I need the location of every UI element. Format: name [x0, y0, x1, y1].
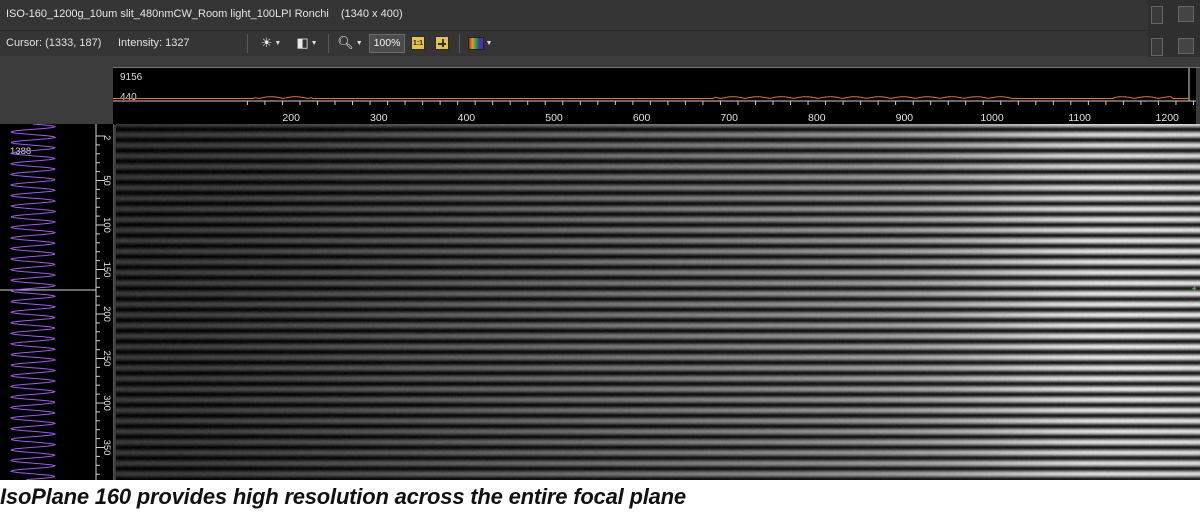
profile-x-tick-label: 500 [545, 112, 563, 124]
chevron-down-icon: ▼ [310, 39, 318, 47]
file-name: ISO-160_1200g_10um slit_480nmCW_Room lig… [6, 8, 329, 20]
window-dock-icon[interactable] [1178, 38, 1194, 54]
fit-icon [435, 36, 449, 50]
profile-x-tick-label: 400 [458, 112, 476, 124]
view-background [0, 57, 1200, 67]
horizontal-profile-line [113, 96, 1189, 100]
profile-x-tick-label: 1200 [1156, 112, 1180, 124]
ronchi-fringe-image[interactable] [116, 124, 1200, 480]
zoom-level-field[interactable]: 100% [369, 34, 405, 53]
toolbar-separator [459, 34, 460, 53]
one-to-one-button[interactable]: 1:1 [409, 33, 427, 53]
profile-x-tick-label: 600 [633, 112, 651, 124]
horizontal-profile-plot: 9156 440 200 300 400 500 600 700 800 900 1000 110… [113, 68, 1200, 125]
chevron-down-icon: ▼ [485, 39, 493, 47]
window-restore-icon[interactable] [1178, 6, 1194, 22]
toolbar-separator [328, 34, 329, 53]
window-title: ISO-160_1200g_10um slit_480nmCW_Room lig… [6, 8, 403, 20]
figure-caption: IsoPlane 160 provides high resolution ac… [0, 484, 686, 509]
profile-y-tick-label: 300 [101, 395, 112, 411]
zoom-icon: 🔍︎ [337, 35, 354, 50]
intensity-readout: Intensity: 1327 [118, 37, 190, 49]
profile-corner [0, 67, 113, 124]
profile-y-tick-label: 2 [101, 135, 112, 140]
color-palette-icon [467, 36, 484, 50]
cursor-readout: Cursor: (1333, 187) [6, 37, 102, 49]
profile-x-tick-label: 700 [720, 112, 738, 124]
profile-y-tick-label: 250 [101, 351, 112, 367]
contrast-button[interactable]: ◧ ▼ [292, 33, 322, 53]
toolbar: Cursor: (1333, 187) Intensity: 1327 ☀ ▼ ◧… [0, 31, 1148, 56]
chevron-down-icon: ▼ [355, 39, 363, 47]
profile-y-tick-label: 100 [101, 217, 112, 233]
profile-y-tick-label: 200 [101, 306, 112, 322]
zoom-button[interactable]: 🔍︎ ▼ [336, 33, 364, 53]
profile-y-tick-label: 150 [101, 262, 112, 278]
color-palette-button[interactable]: ▼ [467, 33, 493, 53]
toolbar-separator [247, 34, 248, 53]
profile-y-tick-label: 50 [101, 175, 112, 186]
profile-x-tick-label: 1100 [1068, 112, 1091, 124]
profile-x-tick-label: 1000 [980, 112, 1004, 124]
vertical-profile-line [9, 123, 57, 480]
profile-scrollbar[interactable] [1196, 68, 1200, 125]
contrast-icon: ◧ [296, 35, 309, 50]
profile-x-tick-label: 200 [282, 112, 300, 124]
panel-toggle-handle[interactable] [1151, 38, 1163, 56]
title-bar: ISO-160_1200g_10um slit_480nmCW_Room lig… [0, 0, 1148, 31]
profile-max-label: 9156 [120, 72, 143, 83]
profile-x-tick-label: 300 [370, 112, 388, 124]
one-to-one-icon: 1:1 [411, 36, 425, 50]
brightness-icon: ☀ [260, 35, 273, 50]
profile-y-tick-label: 350 [101, 440, 112, 456]
panel-toggle-handle[interactable] [1151, 6, 1163, 24]
image-viewer-window: ISO-160_1200g_10um slit_480nmCW_Room lig… [0, 0, 1200, 480]
image-dimensions: (1340 x 400) [340, 8, 403, 20]
profile-x-tick-label: 800 [808, 112, 826, 124]
horizontal-profile: 9156 440 200 300 400 500 600 700 800 900 1000 110… [113, 67, 1200, 125]
profile-x-tick-label: 900 [896, 112, 914, 124]
vertical-profile: 1388 2 50 100 150 200 250 300 350 [0, 123, 114, 480]
chevron-down-icon: ▼ [274, 39, 282, 47]
brightness-button[interactable]: ☀ ▼ [257, 33, 285, 53]
fit-to-window-button[interactable] [433, 33, 451, 53]
vertical-profile-plot: 1388 250100150200250300350 [0, 123, 112, 480]
